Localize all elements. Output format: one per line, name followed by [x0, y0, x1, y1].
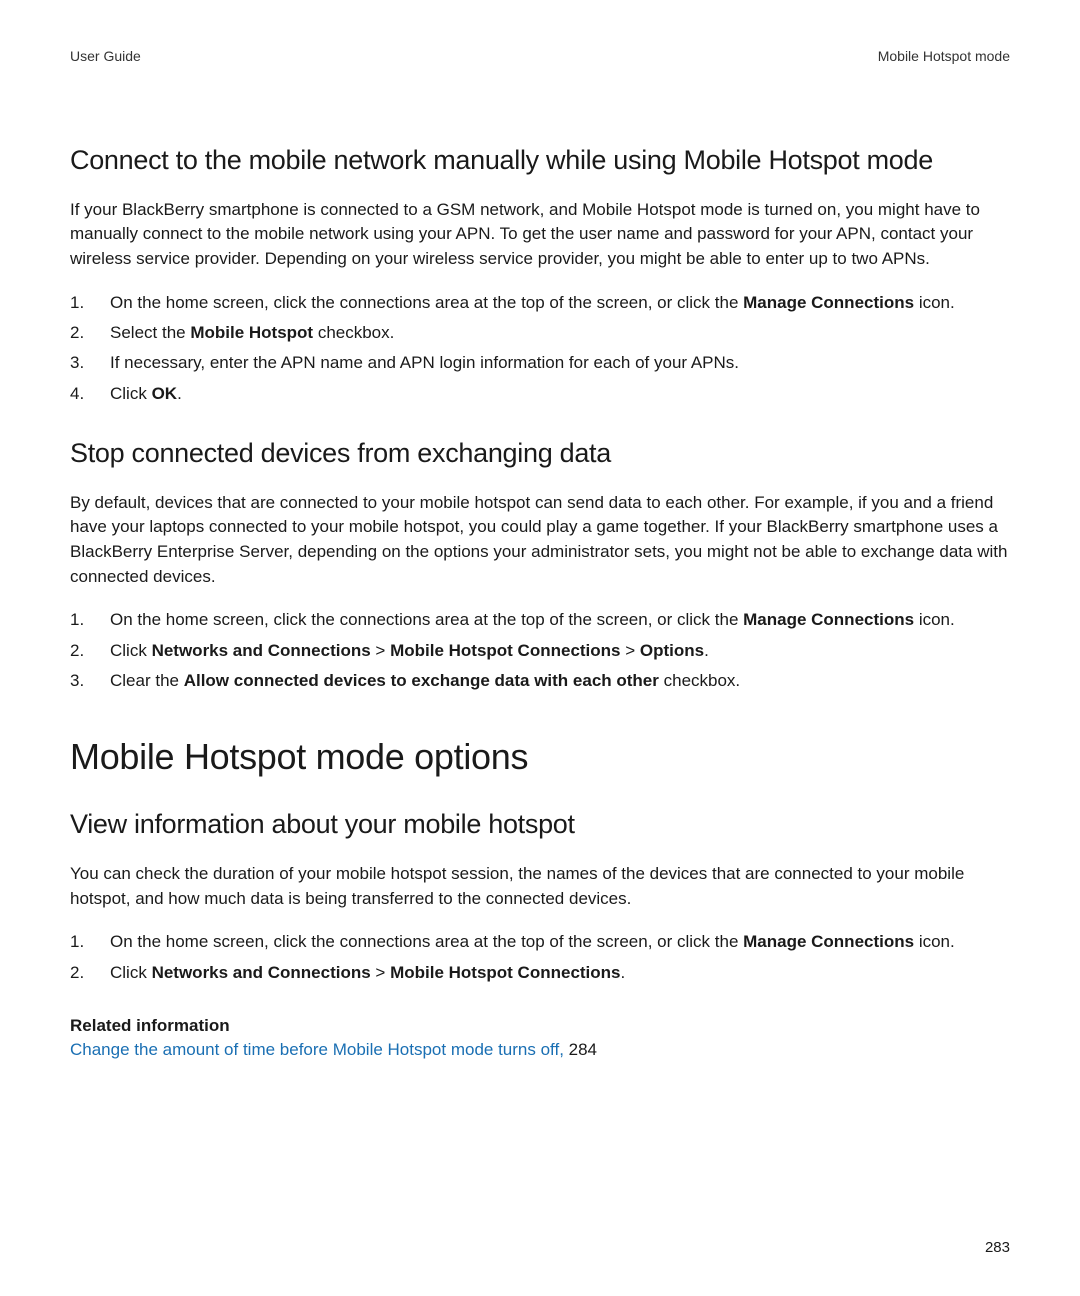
- heading-options: Mobile Hotspot mode options: [70, 736, 1010, 778]
- page-content: User Guide Mobile Hotspot mode Connect t…: [0, 0, 1080, 1296]
- list-item: Click Networks and Connections > Mobile …: [70, 638, 1010, 664]
- related-information-label: Related information: [70, 1016, 1010, 1036]
- list-item: If necessary, enter the APN name and APN…: [70, 350, 1010, 376]
- heading-stop-exchange: Stop connected devices from exchanging d…: [70, 437, 1010, 471]
- heading-view-info: View information about your mobile hotsp…: [70, 808, 1010, 842]
- running-header: User Guide Mobile Hotspot mode: [70, 48, 1010, 64]
- steps-connect-manually: On the home screen, click the connection…: [70, 290, 1010, 407]
- list-item: On the home screen, click the connection…: [70, 607, 1010, 633]
- intro-view-info: You can check the duration of your mobil…: [70, 862, 1010, 911]
- related-link-page: 284: [569, 1040, 597, 1059]
- page-number: 283: [985, 1239, 1010, 1256]
- heading-connect-manually: Connect to the mobile network manually w…: [70, 144, 1010, 178]
- header-left: User Guide: [70, 48, 141, 64]
- list-item: On the home screen, click the connection…: [70, 929, 1010, 955]
- intro-stop-exchange: By default, devices that are connected t…: [70, 491, 1010, 590]
- list-item: Click OK.: [70, 381, 1010, 407]
- intro-connect-manually: If your BlackBerry smartphone is connect…: [70, 198, 1010, 272]
- list-item: Clear the Allow connected devices to exc…: [70, 668, 1010, 694]
- steps-view-info: On the home screen, click the connection…: [70, 929, 1010, 986]
- steps-stop-exchange: On the home screen, click the connection…: [70, 607, 1010, 694]
- list-item: On the home screen, click the connection…: [70, 290, 1010, 316]
- header-right: Mobile Hotspot mode: [878, 48, 1010, 64]
- related-link[interactable]: Change the amount of time before Mobile …: [70, 1040, 569, 1059]
- list-item: Click Networks and Connections > Mobile …: [70, 960, 1010, 986]
- list-item: Select the Mobile Hotspot checkbox.: [70, 320, 1010, 346]
- related-link-row: Change the amount of time before Mobile …: [70, 1040, 1010, 1060]
